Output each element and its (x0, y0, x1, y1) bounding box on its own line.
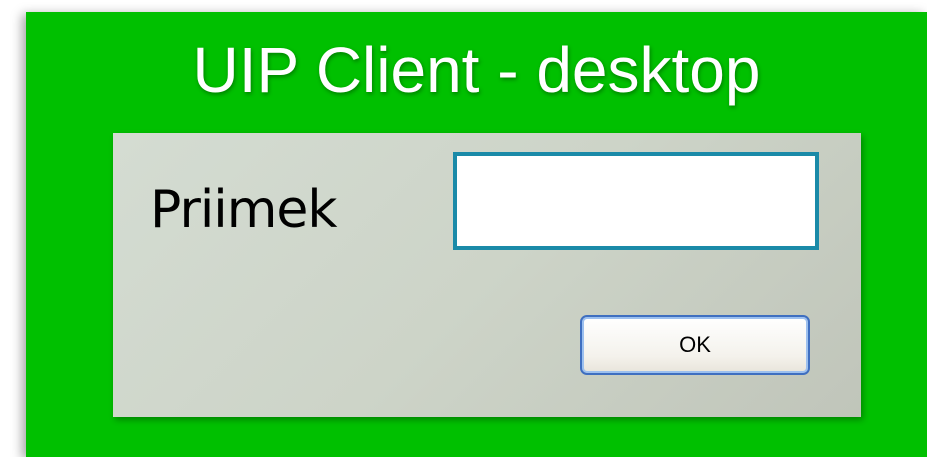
app-window: UIP Client - desktop Priimek OK (26, 12, 927, 457)
priimek-input[interactable] (453, 152, 819, 250)
input-dialog: Priimek OK (113, 133, 861, 417)
screen: UIP Client - desktop Priimek OK (0, 0, 927, 457)
priimek-label: Priimek (150, 180, 337, 240)
window-title: UIP Client - desktop (192, 34, 761, 106)
ok-button[interactable]: OK (580, 315, 810, 375)
